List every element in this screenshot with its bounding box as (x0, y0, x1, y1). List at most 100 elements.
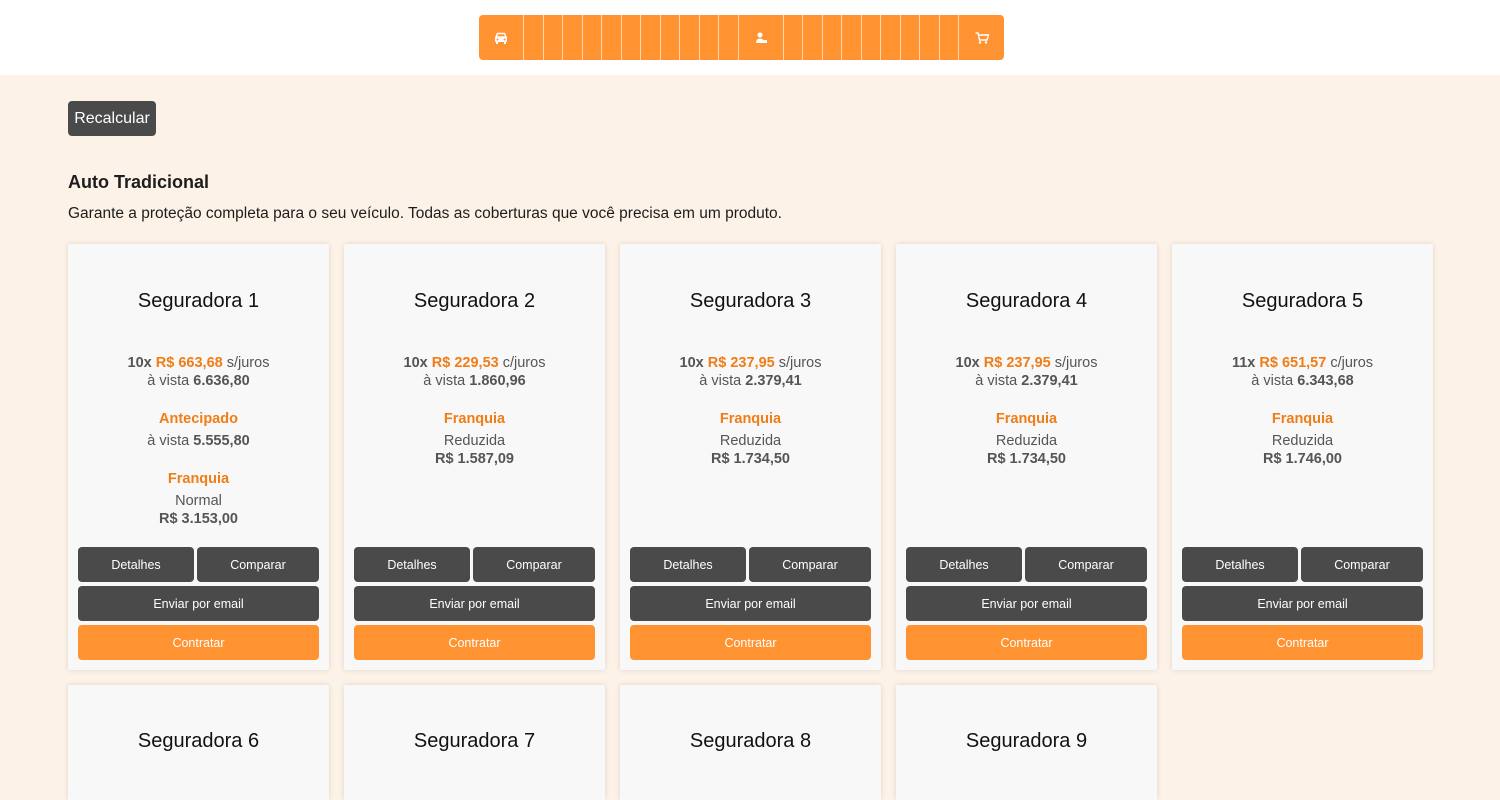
installment-value: R$ 651,57 (1259, 355, 1327, 371)
cash-price: 1.860,96 (469, 373, 526, 389)
insurer-name: Seguradora 1 (137, 290, 260, 312)
step-10[interactable] (680, 15, 700, 60)
step-8[interactable] (641, 15, 661, 60)
email-button[interactable]: Enviar por email (354, 586, 595, 621)
installments: 10x (955, 355, 980, 371)
step-11[interactable] (700, 15, 719, 60)
franquia-value: R$ 1.587,09 (434, 451, 514, 467)
franquia-label: Franquia (995, 411, 1058, 427)
quote-card: Seguradora 3 10x R$ 237,95 s/juros à vis… (620, 244, 881, 670)
antecipado-price: 5.555,80 (193, 433, 250, 449)
step-7[interactable] (622, 15, 641, 60)
step-17[interactable] (842, 15, 862, 60)
franquia-label: Franquia (167, 471, 230, 487)
franquia-type: Reduzida (995, 433, 1058, 449)
contract-button[interactable]: Contratar (630, 625, 871, 660)
step-6[interactable] (602, 15, 622, 60)
insurer-name: Seguradora 4 (965, 290, 1088, 312)
installments: 11x (1231, 355, 1256, 371)
franquia-block: Franquia Reduzida R$ 1.587,09 (344, 410, 605, 468)
franquia-block: Franquia Reduzida R$ 1.734,50 (620, 410, 881, 468)
franquia-label: Franquia (719, 411, 782, 427)
step-14[interactable] (784, 15, 803, 60)
contract-button[interactable]: Contratar (1182, 625, 1423, 660)
compare-button[interactable]: Comparar (197, 547, 319, 582)
quote-card: Seguradora 2 10x R$ 229,53 c/juros à vis… (344, 244, 605, 670)
antecipado-cash-label: à vista (147, 433, 190, 449)
cash-label: à vista (423, 373, 466, 389)
franquia-value: R$ 1.734,50 (710, 451, 790, 467)
price-block: 11x R$ 651,57 c/juros à vista 6.343,68 (1172, 354, 1433, 390)
email-button[interactable]: Enviar por email (1182, 586, 1423, 621)
step-12[interactable] (719, 15, 739, 60)
step-15[interactable] (803, 15, 823, 60)
compare-button[interactable]: Comparar (1025, 547, 1147, 582)
recalculate-button[interactable]: Recalcular (68, 101, 156, 136)
contract-button[interactable]: Contratar (78, 625, 319, 660)
step-22[interactable] (940, 15, 959, 60)
quote-card: Seguradora 6 (68, 685, 329, 800)
contract-button[interactable]: Contratar (906, 625, 1147, 660)
contract-button[interactable]: Contratar (354, 625, 595, 660)
price-block: 10x R$ 229,53 c/juros à vista 1.860,96 (344, 354, 605, 390)
franquia-type: Normal (175, 493, 222, 509)
franquia-value: R$ 3.153,00 (158, 511, 238, 527)
step-3[interactable] (544, 15, 563, 60)
step-16[interactable] (823, 15, 842, 60)
details-button[interactable]: Detalhes (354, 547, 470, 582)
step-vehicle[interactable] (479, 15, 524, 60)
details-button[interactable]: Detalhes (906, 547, 1022, 582)
step-cart[interactable] (959, 15, 1004, 60)
email-button[interactable]: Enviar por email (78, 586, 319, 621)
step-2[interactable] (524, 15, 544, 60)
section-title: Auto Tradicional (68, 172, 210, 192)
franquia-label: Franquia (443, 411, 506, 427)
cash-price: 2.379,41 (745, 373, 802, 389)
cart-icon (975, 31, 989, 44)
franquia-block: Franquia Reduzida R$ 1.746,00 (1172, 410, 1433, 468)
franquia-type: Reduzida (719, 433, 782, 449)
price-block: 10x R$ 237,95 s/juros à vista 2.379,41 (896, 354, 1157, 390)
step-navigation (479, 15, 1004, 60)
email-button[interactable]: Enviar por email (906, 586, 1147, 621)
cash-price: 6.343,68 (1297, 373, 1354, 389)
compare-button[interactable]: Comparar (1301, 547, 1423, 582)
step-18[interactable] (862, 15, 881, 60)
car-icon (494, 32, 508, 44)
step-5[interactable] (583, 15, 602, 60)
insurer-name: Seguradora 6 (137, 730, 260, 752)
step-driver[interactable] (739, 15, 784, 60)
interest-label: s/juros (1054, 355, 1098, 371)
step-19[interactable] (881, 15, 901, 60)
quote-card: Seguradora 4 10x R$ 237,95 s/juros à vis… (896, 244, 1157, 670)
cash-label: à vista (1251, 373, 1294, 389)
details-button[interactable]: Detalhes (1182, 547, 1298, 582)
insurer-name: Seguradora 5 (1241, 290, 1364, 312)
installment-value: R$ 229,53 (431, 355, 499, 371)
step-20[interactable] (901, 15, 920, 60)
insurer-name: Seguradora 3 (689, 290, 812, 312)
installments: 10x (403, 355, 428, 371)
compare-button[interactable]: Comparar (749, 547, 871, 582)
details-button[interactable]: Detalhes (630, 547, 746, 582)
installments: 10x (679, 355, 704, 371)
installment-value: R$ 237,95 (983, 355, 1051, 371)
cash-label: à vista (147, 373, 190, 389)
franquia-type: Reduzida (1271, 433, 1334, 449)
franquia-label: Franquia (1271, 411, 1334, 427)
compare-button[interactable]: Comparar (473, 547, 595, 582)
quote-card: Seguradora 5 11x R$ 651,57 c/juros à vis… (1172, 244, 1433, 670)
quote-card: Seguradora 8 (620, 685, 881, 800)
details-button[interactable]: Detalhes (78, 547, 194, 582)
step-9[interactable] (661, 15, 680, 60)
franquia-type: Reduzida (443, 433, 506, 449)
person-icon (755, 32, 767, 43)
installment-value: R$ 663,68 (155, 355, 223, 371)
step-21[interactable] (920, 15, 940, 60)
step-4[interactable] (563, 15, 583, 60)
cash-price: 2.379,41 (1021, 373, 1078, 389)
email-button[interactable]: Enviar por email (630, 586, 871, 621)
interest-label: s/juros (778, 355, 822, 371)
cash-label: à vista (975, 373, 1018, 389)
interest-label: s/juros (226, 355, 270, 371)
